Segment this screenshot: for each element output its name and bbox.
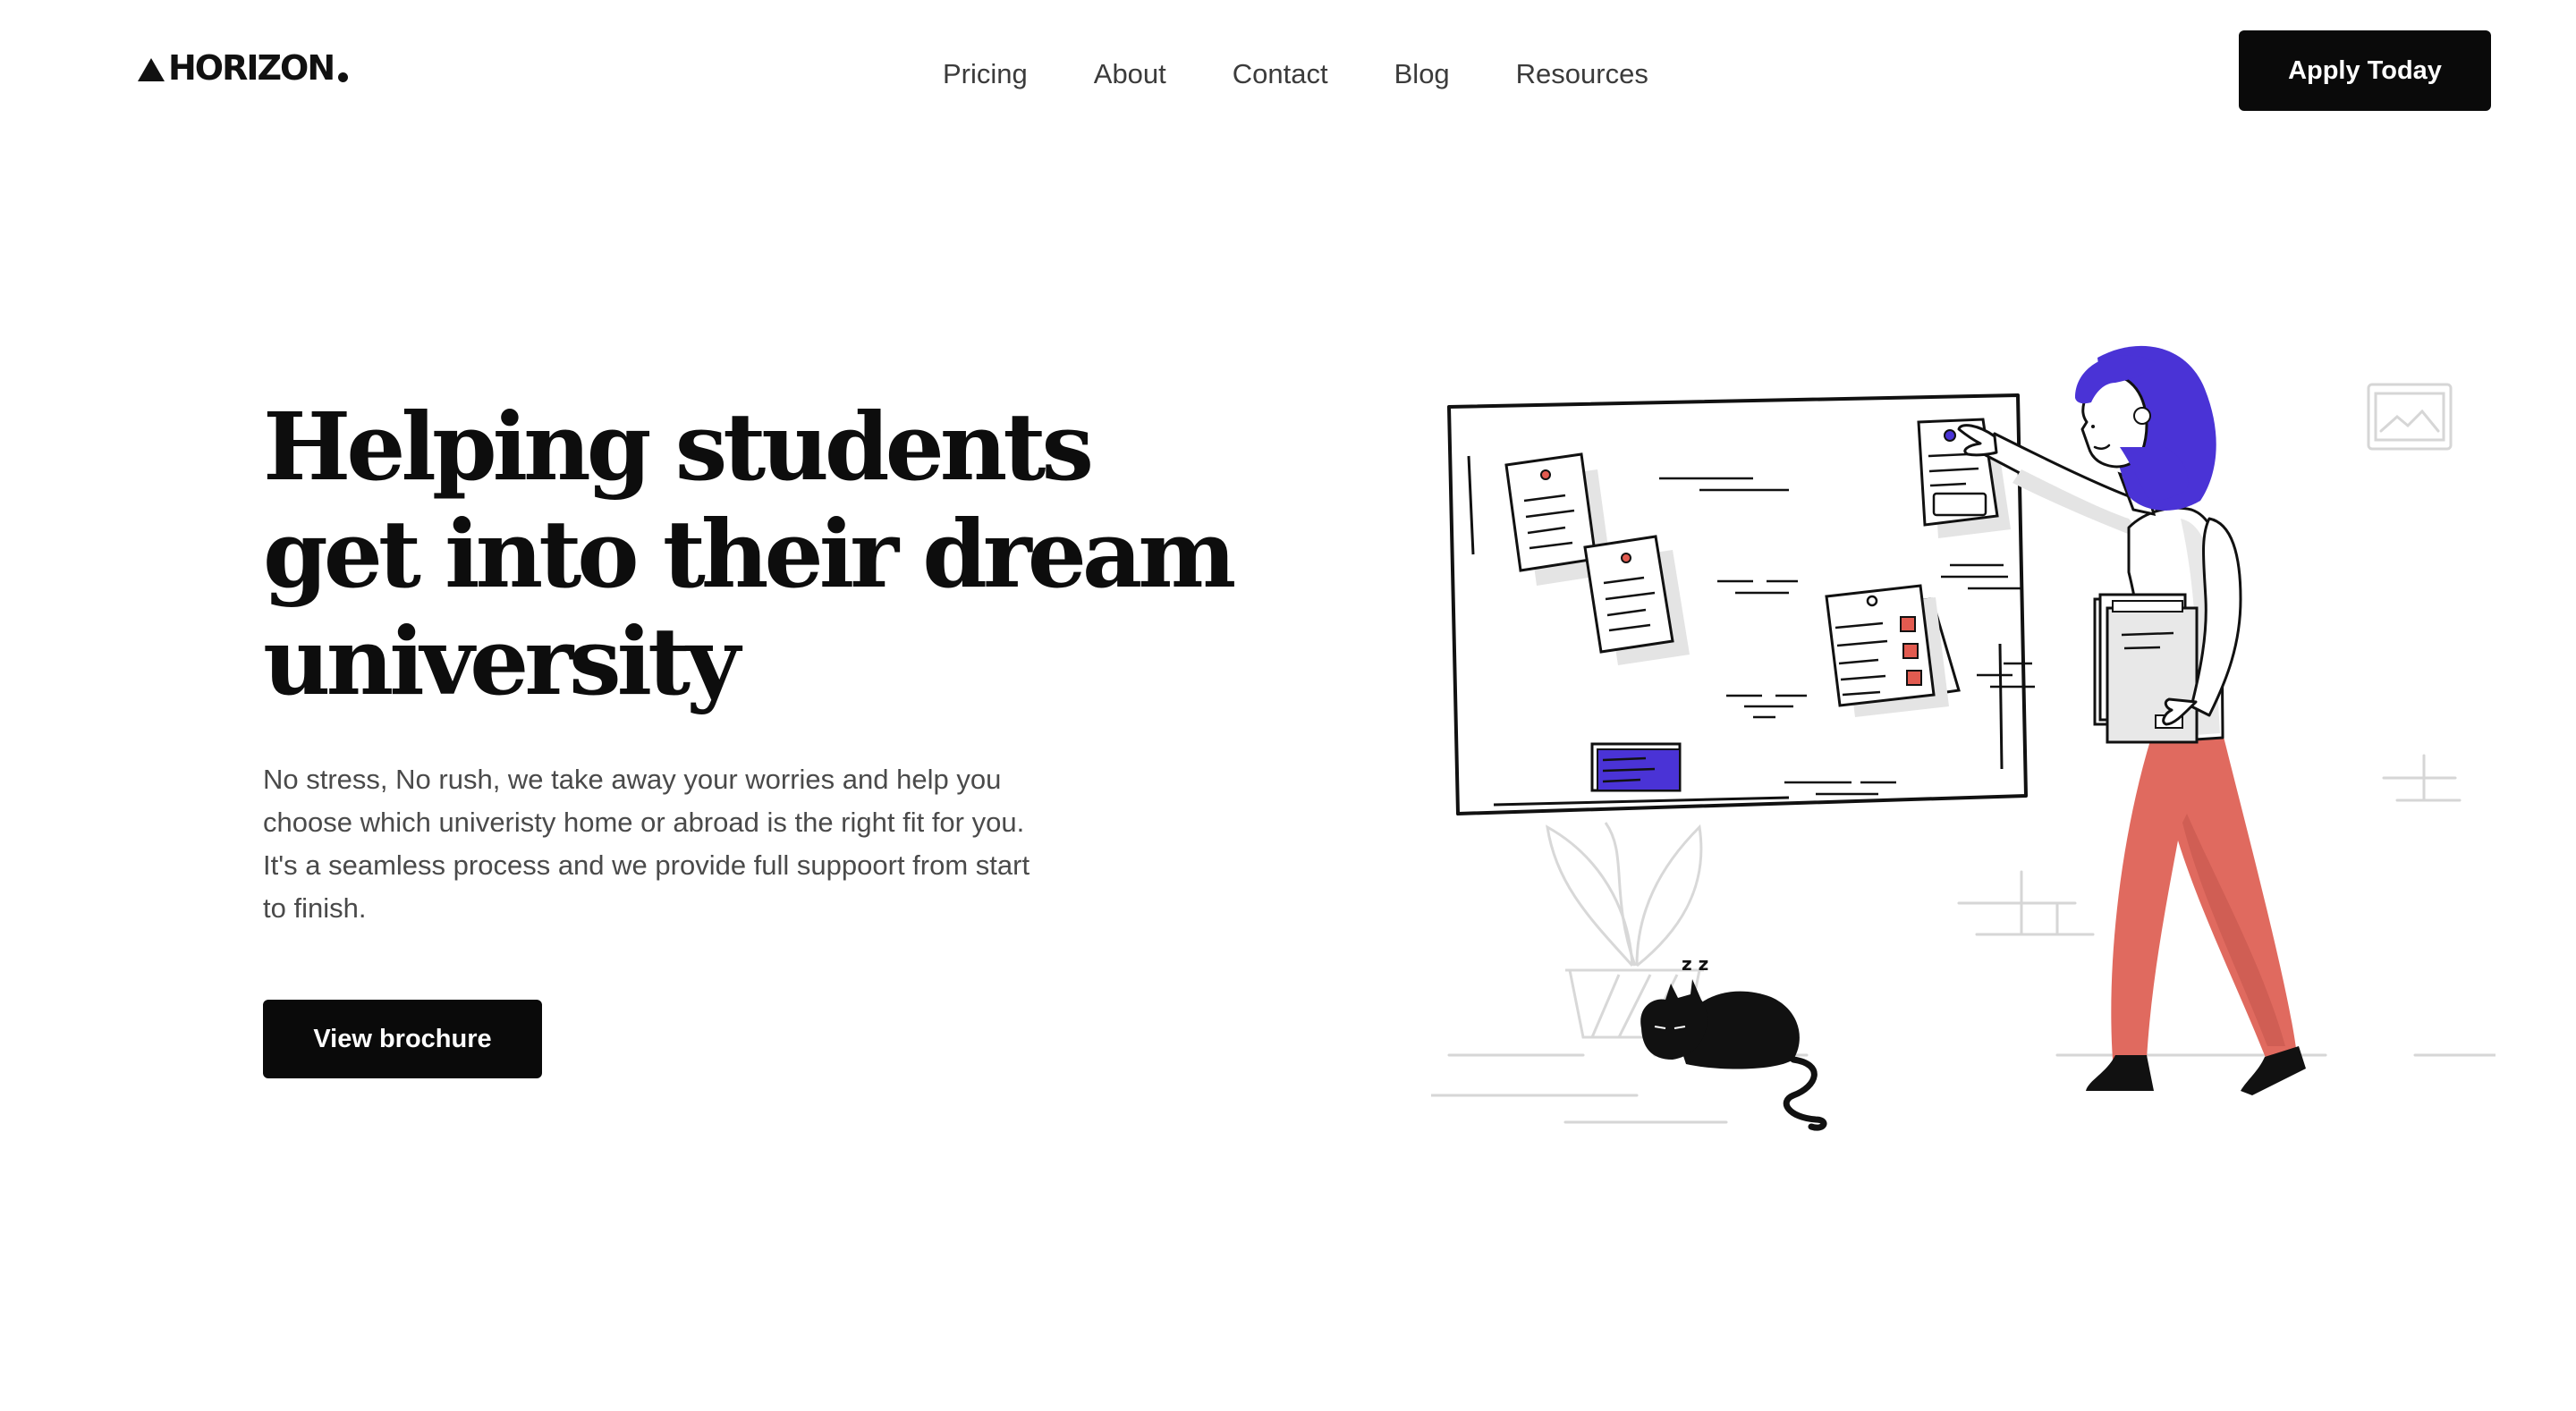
apply-today-button[interactable]: Apply Today [2239,30,2491,111]
hero-description-line: to finish. [263,892,367,924]
logo-triangle-icon [138,58,165,81]
logo-text: HORIZON [168,48,335,88]
hero-illustration: z z [1431,345,2496,1131]
hero-description: No stress, No rush, we take away your wo… [263,758,1104,930]
hero-description-line: choose which univeristy home or abroad i… [263,807,1025,838]
logo[interactable]: HORIZON [138,48,349,88]
svg-text:z z: z z [1682,953,1708,975]
hero-title: Helping students get into their dream un… [263,392,1236,716]
hero-title-line: get into their dream [263,499,1236,609]
hero-title-line: Helping students [263,392,1094,502]
hero-description-line: No stress, No rush, we take away your wo… [263,764,1002,795]
main-nav: Pricing About Contact Blog Resources [943,54,1648,93]
cat-icon: z z [1640,953,1827,1131]
view-brochure-button[interactable]: View brochure [263,1000,542,1078]
pin-board [1447,393,2035,815]
hero-title-line: university [263,606,741,716]
nav-link-pricing[interactable]: Pricing [943,60,1028,88]
hero-description-line: It's a seamless process and we provide f… [263,849,1030,881]
nav-link-about[interactable]: About [1094,60,1166,88]
nav-link-resources[interactable]: Resources [1516,60,1648,88]
logo-dot-icon [338,72,349,82]
nav-link-blog[interactable]: Blog [1394,60,1450,88]
nav-link-contact[interactable]: Contact [1233,60,1328,88]
